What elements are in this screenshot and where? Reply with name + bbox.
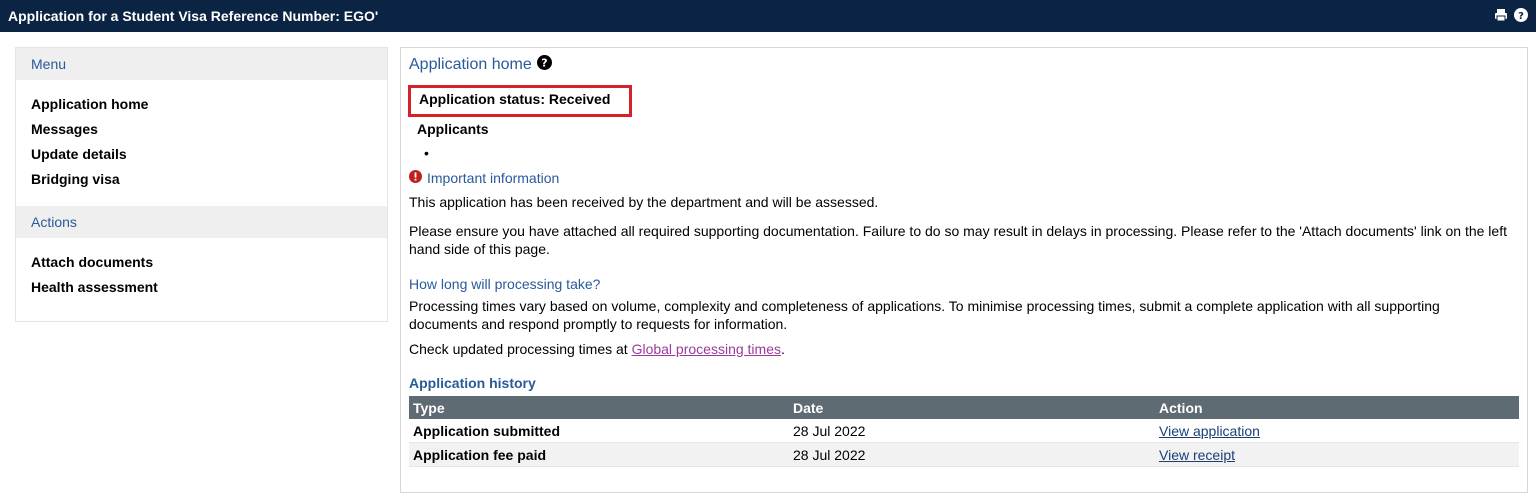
application-history-table: Type Date Action Application submitted 2… xyxy=(409,396,1519,467)
applicants-heading: Applicants xyxy=(417,121,489,137)
global-processing-times-link[interactable]: Global processing times xyxy=(632,341,781,357)
check-suffix: . xyxy=(780,341,785,357)
header-tools: ? xyxy=(1494,8,1528,22)
svg-text:?: ? xyxy=(541,57,547,70)
row-action: View receipt xyxy=(1155,442,1519,467)
main-panel: Application home ? Application status: R… xyxy=(400,47,1528,493)
menu-item-update-details[interactable]: Update details xyxy=(31,142,387,167)
sidebar: Menu Application home Messages Update de… xyxy=(15,47,388,322)
action-item-health-assessment[interactable]: Health assessment xyxy=(31,275,387,300)
received-text: This application has been received by th… xyxy=(409,194,879,210)
page-title-text: Application home xyxy=(409,56,532,73)
help-icon[interactable]: ? xyxy=(1514,8,1528,22)
application-history-heading: Application history xyxy=(409,375,536,391)
processing-time-link[interactable]: How long will processing take? xyxy=(409,275,1509,293)
table-row: Application fee paid 28 Jul 2022 View re… xyxy=(409,442,1519,467)
actions-heading: Actions xyxy=(16,206,387,238)
menu-list: Application home Messages Update details… xyxy=(16,80,387,206)
processing-text: Processing times vary based on volume, c… xyxy=(409,298,1440,332)
applicant-list-item: • xyxy=(424,145,429,161)
page-header-title: Application for a Student Visa Reference… xyxy=(8,8,379,24)
svg-text:?: ? xyxy=(1518,11,1524,22)
question-circle-icon[interactable]: ? xyxy=(536,55,552,75)
exclamation-circle-icon xyxy=(409,170,422,186)
menu-heading: Menu xyxy=(16,48,387,80)
important-information-link[interactable]: Important information xyxy=(427,170,559,186)
application-status: Application status: Received xyxy=(408,85,632,117)
column-header-date: Date xyxy=(789,396,1155,419)
row-date: 28 Jul 2022 xyxy=(789,419,1155,443)
table-row: Application submitted 28 Jul 2022 View a… xyxy=(409,419,1519,443)
view-receipt-link[interactable]: View receipt xyxy=(1159,447,1235,463)
menu-item-application-home[interactable]: Application home xyxy=(31,92,387,117)
check-prefix: Check updated processing times at xyxy=(409,341,632,357)
print-icon[interactable] xyxy=(1494,8,1508,22)
column-header-type: Type xyxy=(409,396,789,419)
action-item-attach-documents[interactable]: Attach documents xyxy=(31,250,387,275)
important-information[interactable]: Important information xyxy=(409,170,559,186)
row-type: Application submitted xyxy=(409,419,789,443)
row-date: 28 Jul 2022 xyxy=(789,442,1155,467)
ensure-text: Please ensure you have attached all requ… xyxy=(409,223,1507,257)
row-action: View application xyxy=(1155,419,1519,443)
row-type: Application fee paid xyxy=(409,442,789,467)
table-header-row: Type Date Action xyxy=(409,396,1519,419)
column-header-action: Action xyxy=(1155,396,1519,419)
menu-item-messages[interactable]: Messages xyxy=(31,117,387,142)
menu-item-bridging-visa[interactable]: Bridging visa xyxy=(31,167,387,192)
actions-list: Attach documents Health assessment xyxy=(16,238,387,314)
top-bar: Application for a Student Visa Reference… xyxy=(0,0,1536,32)
page-title: Application home ? xyxy=(409,55,552,75)
check-processing-text: Check updated processing times at Global… xyxy=(409,340,1509,358)
view-application-link[interactable]: View application xyxy=(1159,423,1260,439)
